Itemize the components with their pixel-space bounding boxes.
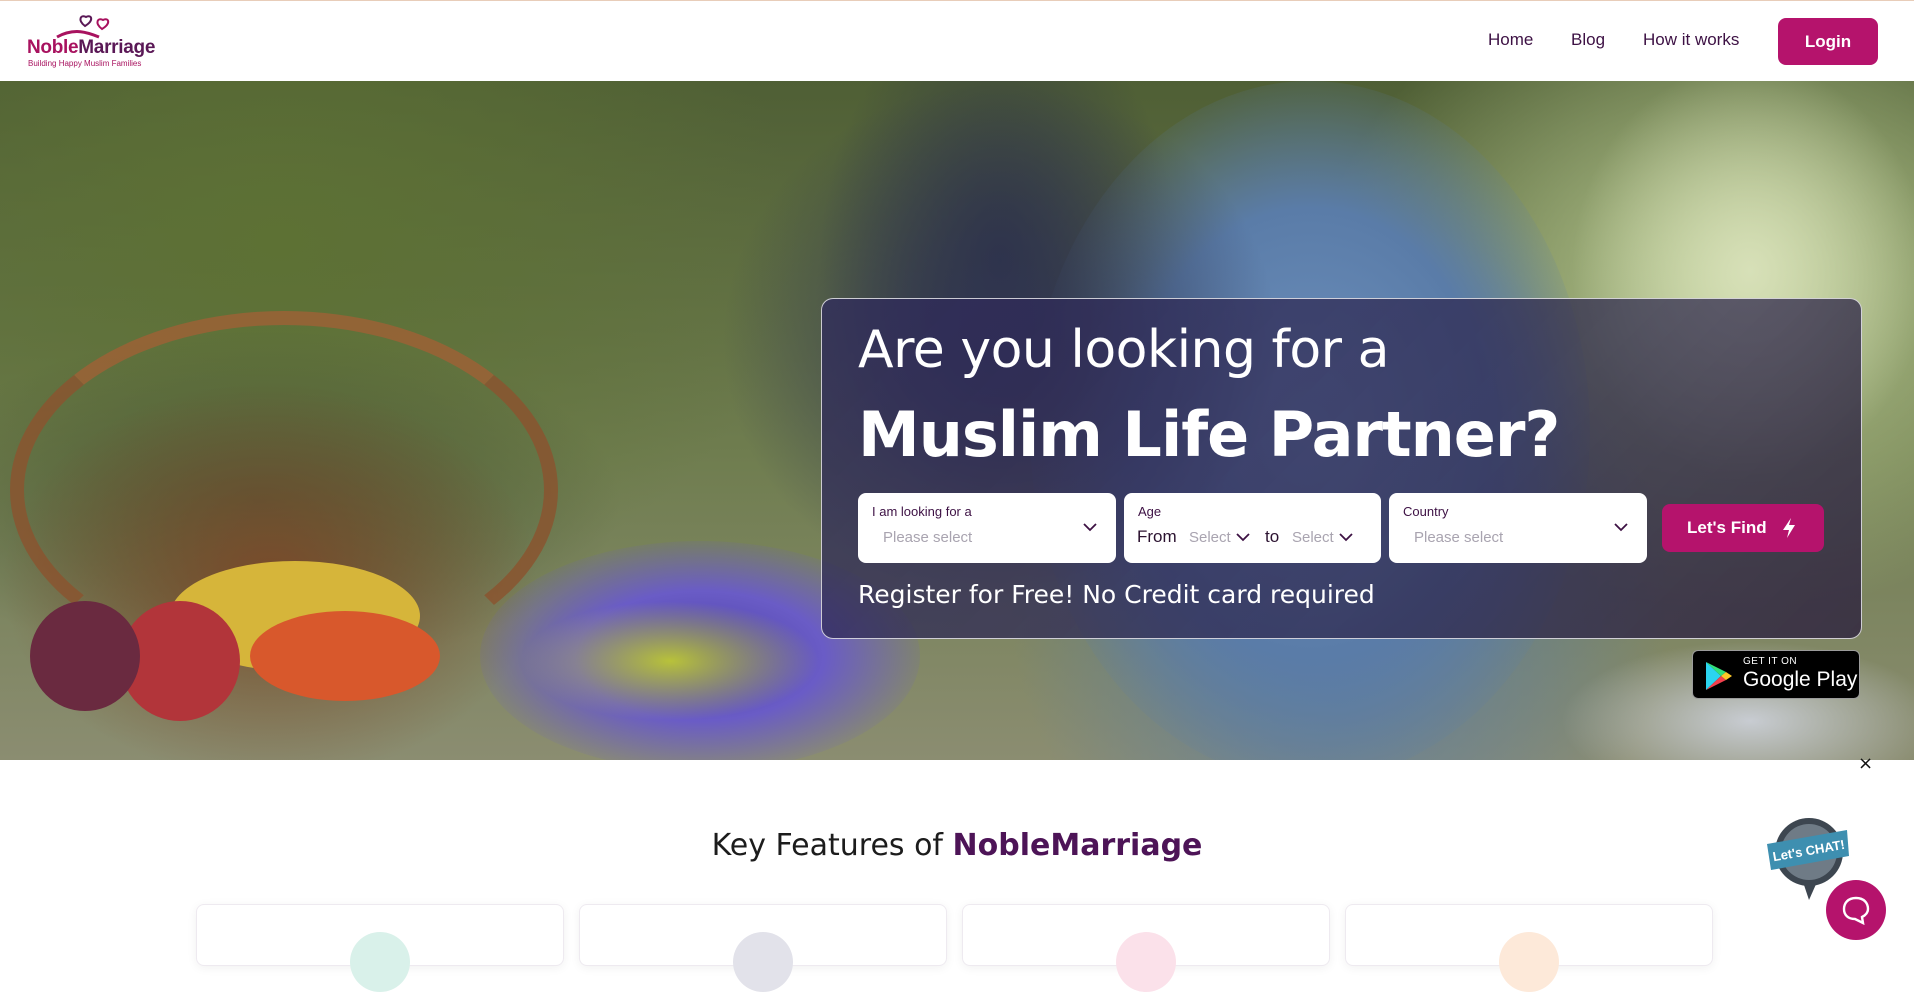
age-to-label: to [1265,527,1280,546]
feature-icon-circle [350,932,410,992]
hero-headline-line2: Muslim Life Partner? [858,398,1560,471]
age-from-label: From [1137,527,1177,546]
hero-headline-line1: Are you looking for a [858,320,1389,380]
features-heading: Key Features of NobleMarriage [711,828,1203,863]
chat-launcher-button[interactable] [1826,880,1886,940]
logo-tagline: Building Happy Muslim Families [28,59,142,68]
chevron-down-icon [1083,523,1097,532]
close-icon[interactable]: × [1858,753,1873,774]
nav-home-link[interactable]: Home [1488,30,1533,50]
lets-find-button[interactable]: Let's Find [1662,504,1824,552]
hearts-icon [56,15,110,39]
google-play-icon [1706,662,1732,690]
chevron-down-icon [1614,523,1628,532]
chevron-down-icon [1236,533,1250,542]
feature-icon-circle [733,932,793,992]
looking-for-select[interactable]: I am looking for a Please select [858,493,1116,563]
logo-wordmark: NobleMarriage [27,37,156,58]
country-label: Country [1403,504,1449,519]
age-label: Age [1138,504,1162,519]
country-value: Please select [1414,529,1504,546]
register-free-note: Register for Free! No Credit card requir… [858,580,1375,609]
chat-bubble-icon [1842,896,1870,925]
feature-icon-circle [1116,932,1176,992]
lightning-bolt-icon [1783,518,1795,538]
country-select[interactable]: Country Please select [1389,493,1647,563]
feature-card[interactable] [962,904,1330,992]
feature-icon-circle [1499,932,1559,992]
nav-how-it-works-link[interactable]: How it works [1643,30,1739,50]
feature-card[interactable] [1345,904,1713,992]
age-from-select[interactable]: Select [1189,529,1250,546]
lets-find-label: Let's Find [1687,518,1767,537]
login-button[interactable]: Login [1778,18,1878,65]
chevron-down-icon [1339,533,1353,542]
feature-card[interactable] [196,904,564,992]
looking-for-value: Please select [883,529,973,546]
looking-for-label: I am looking for a [872,504,972,519]
age-range-field: Age From Select to Select [1124,493,1381,563]
google-play-line2: Google Play [1743,668,1858,691]
google-play-line1: GET IT ON [1743,656,1798,667]
feature-card[interactable] [579,904,947,992]
site-header: NobleMarriage Building Happy Muslim Fami… [0,0,1914,81]
age-to-select[interactable]: Select [1292,529,1353,546]
site-logo[interactable]: NobleMarriage Building Happy Muslim Fami… [27,13,167,71]
google-play-badge[interactable]: GET IT ON Google Play [1692,650,1860,699]
nav-blog-link[interactable]: Blog [1571,30,1605,50]
